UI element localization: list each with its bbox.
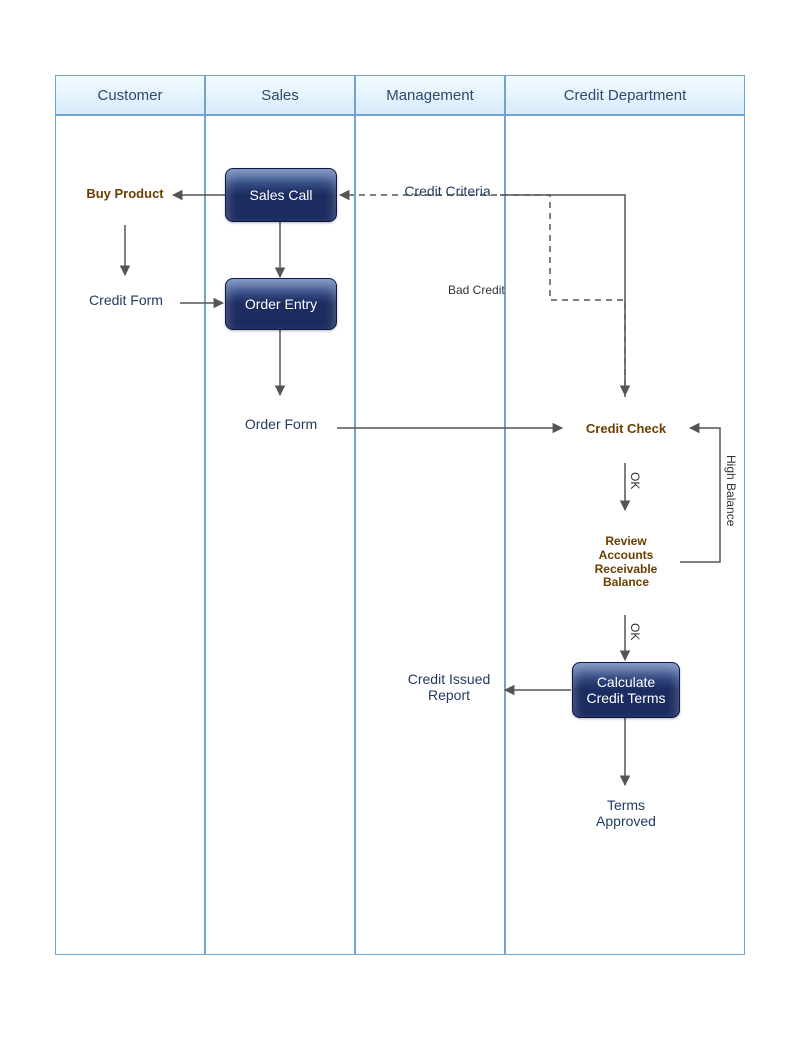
- label: Credit Form: [89, 292, 163, 308]
- document-order-form: Order Form: [225, 398, 337, 458]
- document-credit-issued: Credit Issued Report: [395, 660, 503, 722]
- document-credit-form: Credit Form: [72, 275, 180, 333]
- label: Credit Criteria: [404, 183, 490, 199]
- label: Credit Check: [586, 422, 666, 437]
- edge-label-ok2: OK: [628, 623, 642, 640]
- label: Terms Approved: [583, 797, 669, 829]
- label: Review Accounts Receivable Balance: [588, 535, 664, 590]
- document-terms-approved: Terms Approved: [575, 786, 677, 848]
- label: Credit Issued Report: [403, 671, 495, 703]
- decision-buy-product: Buy Product: [75, 163, 175, 225]
- label: Order Entry: [245, 296, 317, 312]
- document-credit-criteria: Credit Criteria: [395, 165, 500, 225]
- edge-label-bad-credit: Bad Credit: [448, 283, 505, 297]
- swimlane-diagram: Customer Sales Management Credit Departm…: [0, 0, 794, 1056]
- edge-label-ok1: OK: [628, 472, 642, 489]
- label: Order Form: [245, 416, 317, 432]
- decision-credit-check: Credit Check: [562, 395, 690, 463]
- process-calc-terms: Calculate Credit Terms: [572, 662, 680, 718]
- label: Buy Product: [86, 187, 163, 202]
- label: Sales Call: [249, 187, 312, 203]
- label: Calculate Credit Terms: [577, 674, 675, 706]
- decision-review-ar: Review Accounts Receivable Balance: [570, 510, 682, 615]
- process-order-entry: Order Entry: [225, 278, 337, 330]
- edge-label-high-balance: High Balance: [724, 455, 738, 526]
- process-sales-call: Sales Call: [225, 168, 337, 222]
